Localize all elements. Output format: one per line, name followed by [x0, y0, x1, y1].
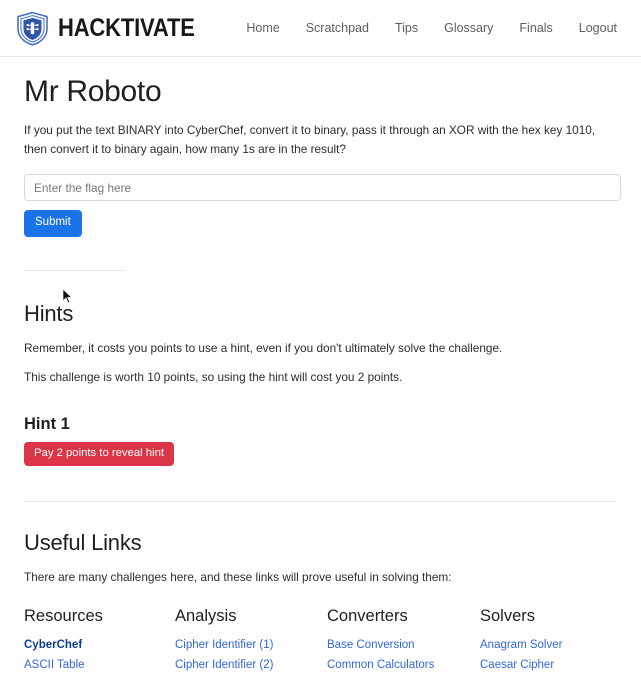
- nav-item-finals[interactable]: Finals: [519, 21, 552, 35]
- links-column-heading: Converters: [327, 607, 408, 626]
- hint-1-heading: Hint 1: [24, 415, 70, 434]
- hints-note-cost: Remember, it costs you points to use a h…: [24, 340, 503, 355]
- useful-links-heading: Useful Links: [24, 530, 142, 556]
- section-divider-short: [24, 269, 125, 271]
- links-column-converters: Converters Base Conversion Common Calcul…: [327, 607, 480, 676]
- section-divider-full: [24, 501, 617, 503]
- links-column-heading: Analysis: [175, 607, 237, 626]
- nav-item-scratchpad[interactable]: Scratchpad: [306, 21, 369, 35]
- brand-wordmark: HACKTIVATE: [58, 13, 195, 42]
- links-column-heading: Solvers: [480, 607, 536, 626]
- link-ascii-table[interactable]: ASCII Table: [24, 656, 175, 676]
- shield-circuit-icon: [16, 11, 49, 46]
- links-column-heading: Resources: [24, 607, 103, 626]
- main-nav: Home Scratchpad Tips Glossary Finals Log…: [246, 21, 617, 35]
- useful-links-grid: Resources CyberChef ASCII Table Analysis…: [24, 607, 617, 676]
- nav-item-logout[interactable]: Logout: [579, 21, 617, 35]
- link-cyberchef[interactable]: CyberChef: [24, 636, 175, 656]
- flag-input[interactable]: [24, 174, 621, 202]
- nav-item-home[interactable]: Home: [246, 21, 279, 35]
- challenge-prompt: If you put the text BINARY into CyberChe…: [24, 123, 596, 157]
- links-column-solvers: Solvers Anagram Solver Caesar Cipher: [480, 607, 617, 676]
- links-column-resources: Resources CyberChef ASCII Table: [24, 607, 175, 676]
- page-content: Mr Roboto If you put the text BINARY int…: [0, 75, 641, 676]
- link-common-calculators[interactable]: Common Calculators: [327, 656, 480, 676]
- reveal-hint-button[interactable]: Pay 2 points to reveal hint: [24, 442, 174, 467]
- page-title: Mr Roboto: [24, 75, 162, 108]
- nav-item-tips[interactable]: Tips: [395, 21, 418, 35]
- hints-note-points: This challenge is worth 10 points, so us…: [24, 370, 403, 385]
- link-caesar-cipher[interactable]: Caesar Cipher: [480, 656, 617, 676]
- hints-heading: Hints: [24, 300, 74, 326]
- links-column-analysis: Analysis Cipher Identifier (1) Cipher Id…: [175, 607, 327, 676]
- brand-logo-link[interactable]: HACKTIVATE: [16, 11, 213, 46]
- nav-item-glossary[interactable]: Glossary: [444, 21, 493, 35]
- link-cipher-identifier-2[interactable]: Cipher Identifier (2): [175, 656, 327, 676]
- submit-button[interactable]: Submit: [24, 210, 82, 237]
- link-anagram-solver[interactable]: Anagram Solver: [480, 636, 617, 656]
- link-base-conversion[interactable]: Base Conversion: [327, 636, 480, 656]
- useful-links-intro: There are many challenges here, and thes…: [24, 570, 452, 585]
- site-header: HACKTIVATE Home Scratchpad Tips Glossary…: [0, 0, 641, 57]
- link-cipher-identifier-1[interactable]: Cipher Identifier (1): [175, 636, 327, 656]
